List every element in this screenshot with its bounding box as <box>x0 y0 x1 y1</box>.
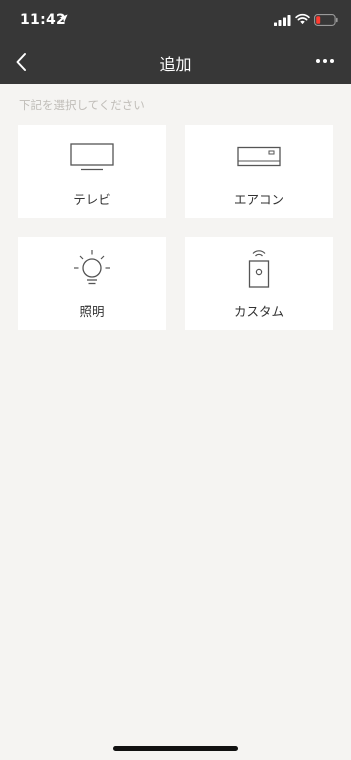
tv-icon <box>70 143 114 171</box>
device-card-light[interactable]: 照明 <box>18 237 166 330</box>
device-label: カスタム <box>233 304 284 319</box>
page-title: 追加 <box>159 55 192 74</box>
light-bulb-icon <box>74 250 110 285</box>
navigation-bar: 追加 <box>0 40 351 84</box>
remote-control-icon <box>248 250 270 288</box>
instruction-text: 下記を選択してください <box>19 98 145 112</box>
device-card-custom[interactable]: カスタム <box>185 237 333 330</box>
battery-icon <box>314 14 338 26</box>
status-bar: 11:42 <box>0 0 351 40</box>
location-arrow-icon <box>59 14 68 23</box>
device-label: エアコン <box>233 192 284 207</box>
wifi-icon <box>295 13 310 25</box>
more-options-icon[interactable] <box>315 57 335 65</box>
device-label: 照明 <box>79 304 105 319</box>
cellular-signal-icon <box>274 15 291 26</box>
device-card-air-conditioner[interactable]: エアコン <box>185 125 333 218</box>
device-label: テレビ <box>73 192 111 207</box>
air-conditioner-icon <box>237 146 281 167</box>
home-indicator[interactable] <box>113 746 238 751</box>
device-card-tv[interactable]: テレビ <box>18 125 166 218</box>
